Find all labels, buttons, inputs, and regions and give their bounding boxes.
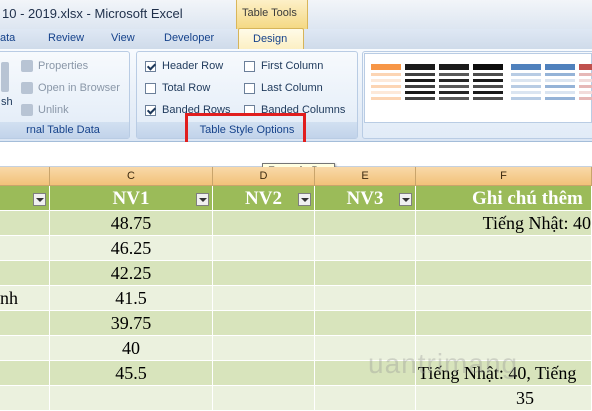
table-tools-header: Table Tools (236, 0, 308, 29)
table-cell[interactable] (315, 261, 416, 286)
table-cell[interactable] (315, 286, 416, 311)
table-cell[interactable] (416, 236, 592, 261)
tab-developer[interactable]: Developer (164, 32, 214, 44)
open-in-browser-button[interactable]: Open in Browser (21, 82, 120, 94)
tab-design[interactable]: Design (238, 28, 304, 51)
table-cell[interactable] (50, 386, 213, 411)
table-style-blue[interactable] (511, 64, 541, 110)
filter-dropdown-b[interactable] (33, 193, 46, 206)
first-column-checkbox[interactable]: First Column (244, 60, 323, 72)
table-cell[interactable] (416, 311, 592, 336)
table-cell[interactable] (0, 311, 50, 336)
table-cell[interactable]: Tiếng Nhật: 40 (416, 211, 592, 236)
title-bar: 10 - 2019.xlsx - Microsoft Excel Table T… (0, 0, 592, 29)
filter-dropdown-nv2[interactable] (298, 193, 311, 206)
window-title: 10 - 2019.xlsx - Microsoft Excel (2, 6, 183, 21)
table-cell[interactable] (416, 261, 592, 286)
unlink-icon (21, 104, 33, 116)
table-cell[interactable] (0, 336, 50, 361)
table-cell[interactable] (213, 261, 315, 286)
column-header-f[interactable]: F (416, 167, 592, 186)
table-style-orange[interactable] (371, 64, 401, 110)
watermark: uantrimang (368, 348, 519, 379)
table-cell[interactable] (213, 311, 315, 336)
table-cell[interactable]: 41.5 (50, 286, 213, 311)
tab-review[interactable]: Review (48, 32, 84, 44)
last-column-checkbox[interactable]: Last Column (244, 82, 323, 94)
header-cell-nv1[interactable]: NV1 (50, 186, 213, 211)
column-header-c[interactable]: C (50, 167, 213, 186)
table-cell[interactable] (315, 236, 416, 261)
table-cell[interactable]: 35 (416, 386, 592, 411)
table-style-black-3[interactable] (473, 64, 503, 110)
table-cell[interactable] (0, 361, 50, 386)
total-row-checkbox[interactable]: Total Row (145, 82, 210, 94)
table-cell[interactable] (315, 211, 416, 236)
table-cell[interactable] (315, 311, 416, 336)
table-cell[interactable] (213, 211, 315, 236)
table-cell[interactable]: 40 (50, 336, 213, 361)
table-cell[interactable] (0, 211, 50, 236)
table-cell[interactable] (315, 386, 416, 411)
table-style-blue-2[interactable] (545, 64, 575, 110)
table-cell[interactable] (213, 386, 315, 411)
table-cell[interactable]: 45.5 (50, 361, 213, 386)
table-cell[interactable]: 46.25 (50, 236, 213, 261)
table-cell[interactable]: 39.75 (50, 311, 213, 336)
table-style-red[interactable] (579, 64, 592, 110)
column-header-b[interactable] (0, 167, 50, 186)
table-style-black-2[interactable] (439, 64, 469, 110)
checkbox-box (145, 104, 156, 116)
tab-view[interactable]: View (111, 32, 135, 44)
table-cell[interactable] (0, 236, 50, 261)
table-style-black[interactable] (405, 64, 435, 110)
table-cell[interactable] (213, 361, 315, 386)
filter-dropdown-nv3[interactable] (399, 193, 412, 206)
column-header-d[interactable]: D (213, 167, 315, 186)
table-cell[interactable] (213, 336, 315, 361)
table-styles-gallery[interactable] (364, 53, 592, 123)
checkbox-box (145, 60, 156, 72)
browser-icon (21, 82, 33, 94)
checkbox-box (145, 82, 156, 94)
external-group-label: rnal Table Data (0, 122, 129, 138)
table-cell[interactable] (416, 286, 592, 311)
checkbox-box (244, 82, 255, 94)
checkbox-box (244, 60, 255, 72)
properties-icon (21, 60, 33, 72)
unlink-button[interactable]: Unlink (21, 104, 69, 116)
external-table-data-group: sh Properties Open in Browser Unlink rna… (0, 51, 130, 139)
table-cell[interactable] (0, 261, 50, 286)
header-row-checkbox[interactable]: Header Row (145, 60, 223, 72)
table-cell[interactable] (0, 386, 50, 411)
table-cell[interactable]: 48.75 (50, 211, 213, 236)
header-cell-ghi-chu[interactable]: Ghi chú thêm (416, 186, 592, 211)
export-icon (1, 62, 9, 92)
table-cell[interactable] (213, 236, 315, 261)
table-cell[interactable] (213, 286, 315, 311)
tab-data[interactable]: ata (0, 32, 15, 44)
properties-button[interactable]: Properties (21, 60, 88, 72)
filter-dropdown-nv1[interactable] (196, 193, 209, 206)
table-cell[interactable]: 42.25 (50, 261, 213, 286)
table-cell[interactable]: nh (0, 286, 50, 311)
refresh-label: sh (1, 96, 13, 108)
column-header-e[interactable]: E (315, 167, 416, 186)
